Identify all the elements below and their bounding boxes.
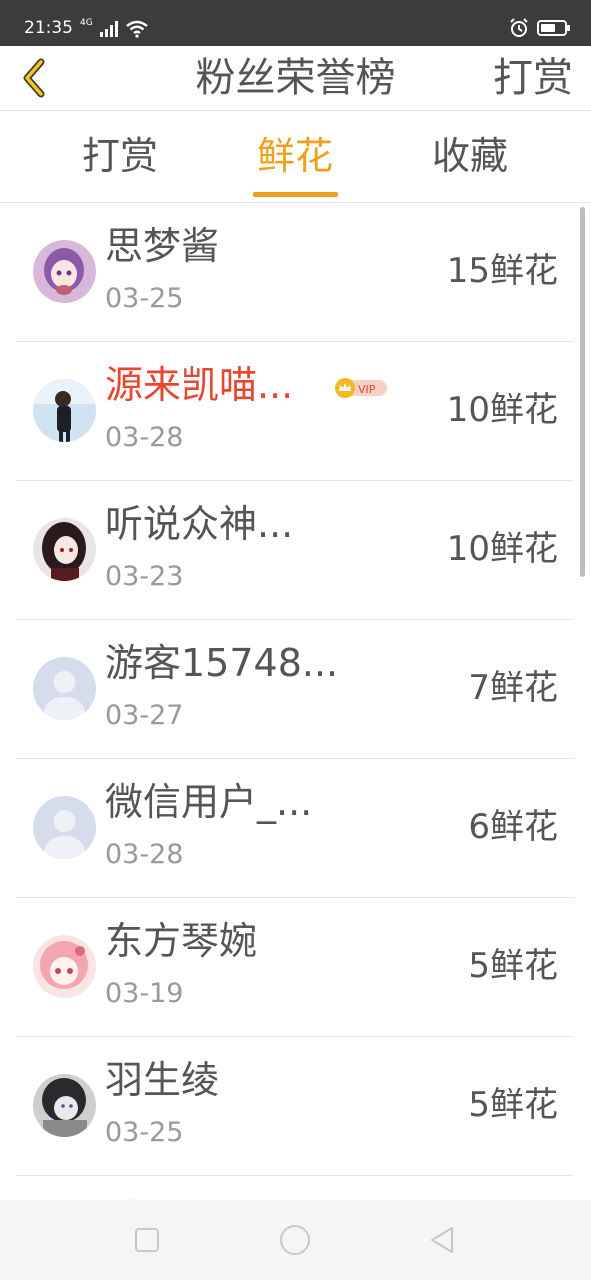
- default-avatar: [33, 796, 96, 859]
- tab-favorites[interactable]: 收藏: [400, 133, 540, 179]
- status-left-icons: 4G: [80, 18, 149, 38]
- reward-button[interactable]: 打赏: [493, 54, 573, 102]
- avatar: [33, 1074, 96, 1137]
- flower-count: 10鲜花: [446, 529, 558, 569]
- avatar: [33, 240, 96, 303]
- tab-reward[interactable]: 打赏: [50, 133, 190, 179]
- square-icon: [135, 1228, 159, 1252]
- status-right-icons: [509, 18, 571, 38]
- avatar: [33, 518, 96, 581]
- recent-apps-button[interactable]: [129, 1222, 165, 1258]
- circle-icon: [280, 1225, 310, 1255]
- list-item[interactable]: 微信用户_... 03-28 6鲜花: [16, 759, 574, 898]
- flower-count: 5鲜花: [468, 1085, 558, 1125]
- home-button[interactable]: [277, 1222, 313, 1258]
- fan-name: 羽生绫: [105, 1058, 220, 1102]
- app-header: 粉丝荣誉榜 打赏: [0, 46, 591, 111]
- fan-date: 03-27: [105, 700, 184, 731]
- battery-icon: [537, 20, 570, 36]
- active-tab-indicator: [253, 192, 338, 197]
- list-item[interactable]: 思梦酱 03-25 15鲜花: [16, 203, 574, 342]
- avatar: [33, 379, 96, 442]
- flower-count: 7鲜花: [468, 668, 558, 708]
- scrollbar[interactable]: [580, 207, 585, 577]
- avatar: [33, 935, 96, 998]
- list-item[interactable]: 羽生绫 03-25 5鲜花: [16, 1037, 574, 1176]
- fan-date: 03-28: [105, 422, 184, 453]
- fan-name: 源来凯喵...: [105, 363, 294, 407]
- flower-count: 15鲜花: [446, 251, 558, 291]
- tab-flowers[interactable]: 鲜花: [225, 133, 365, 179]
- fan-date: 03-28: [105, 839, 184, 870]
- fan-name: 微信用户_...: [105, 780, 313, 824]
- fan-name: 听说众神...: [105, 502, 294, 546]
- system-nav-bar: [0, 1200, 591, 1280]
- triangle-back-icon: [431, 1227, 453, 1253]
- fan-date: 03-25: [105, 283, 184, 314]
- alarm-icon: [510, 18, 528, 37]
- flower-count: 6鲜花: [468, 807, 558, 847]
- flower-count: 10鲜花: [446, 390, 558, 430]
- network-type-label: 4G: [80, 18, 93, 28]
- status-time: 21:35: [24, 18, 73, 38]
- status-bar: 21:35 4G: [0, 0, 591, 46]
- fan-name: 思梦酱: [105, 224, 220, 268]
- list-item[interactable]: 秋凉: [16, 1176, 574, 1200]
- flower-count: 5鲜花: [468, 946, 558, 986]
- list-item[interactable]: 游客15748... 03-27 7鲜花: [16, 620, 574, 759]
- wifi-icon: [125, 20, 148, 38]
- fan-name: 东方琴婉: [105, 919, 258, 963]
- signal-icon: [99, 21, 118, 37]
- vip-badge-text: VIP: [358, 383, 376, 396]
- fan-date: 03-19: [105, 978, 184, 1009]
- back-nav-button[interactable]: [425, 1222, 461, 1258]
- list-item[interactable]: 东方琴婉 03-19 5鲜花: [16, 898, 574, 1037]
- fan-date: 03-25: [105, 1117, 184, 1148]
- list-item[interactable]: 源来凯喵... VIP 03-28 10鲜花: [16, 342, 574, 481]
- fan-name: 游客15748...: [105, 641, 339, 685]
- tab-bar: 打赏 鲜花 收藏: [0, 111, 591, 203]
- default-avatar: [33, 657, 96, 720]
- fan-date: 03-23: [105, 561, 184, 592]
- list-item[interactable]: 听说众神... 03-23 10鲜花: [16, 481, 574, 620]
- vip-badge: VIP: [334, 377, 388, 399]
- fan-ranking-list: 思梦酱 03-25 15鲜花 源来凯喵... VIP 03-28 10鲜花 听说…: [0, 203, 591, 1200]
